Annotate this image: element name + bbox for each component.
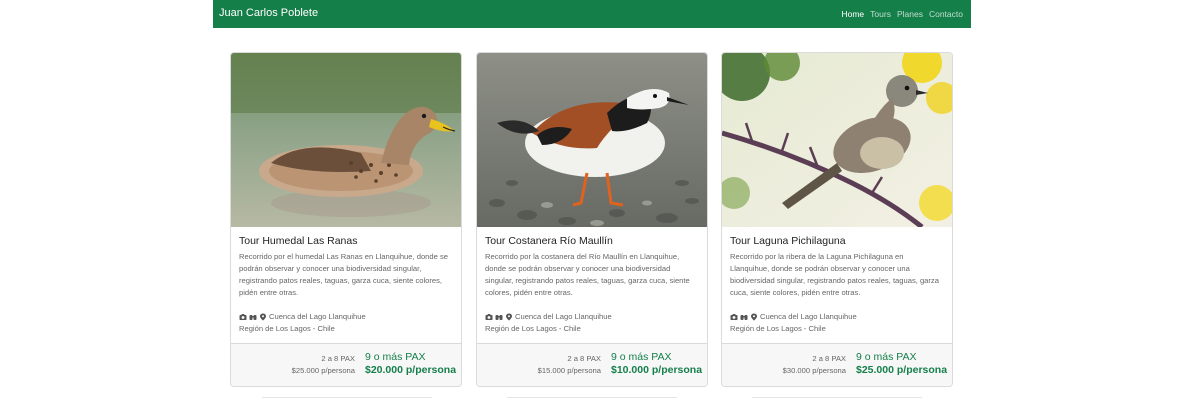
card-location: Cuenca del Lago Llanquihue Región de Los… <box>485 311 699 335</box>
map-marker-icon <box>505 313 513 321</box>
location-region: Cuenca del Lago Llanquihue <box>269 312 366 321</box>
price-large-group: 9 o más PAX $20.000 p/persona <box>365 351 457 377</box>
tour-card: Tour Laguna Pichilaguna Recorrido por la… <box>721 52 953 387</box>
camera-icon <box>485 313 493 321</box>
group-size-large: 9 o más PAX <box>856 351 917 363</box>
tour-card: Tour Costanera Río Maullín Recorrido por… <box>476 52 708 387</box>
nav-links: Home Tours Planes Contacto <box>841 9 963 19</box>
card-description: Recorrido por la ribera de la Laguna Pic… <box>730 252 939 297</box>
card-footer: 2 a 8 PAX $15.000 p/persona 9 o más PAX … <box>477 343 707 386</box>
group-size-small: 2 a 8 PAX <box>321 354 355 363</box>
group-size-large: 9 o más PAX <box>365 351 426 363</box>
turnstone-photo <box>477 53 707 227</box>
tour-card: Tour Humedal Las Ranas Recorrido por el … <box>230 52 462 387</box>
location-country: Región de Los Lagos - Chile <box>730 324 826 333</box>
location-country: Región de Los Lagos - Chile <box>239 324 335 333</box>
group-size-large: 9 o más PAX <box>611 351 672 363</box>
price-small-group: 2 a 8 PAX $25.000 p/persona <box>292 353 355 377</box>
nav-link-contacto[interactable]: Contacto <box>929 9 963 19</box>
next-card-peek <box>752 397 922 401</box>
nav-link-home[interactable]: Home <box>841 9 864 19</box>
card-title: Tour Laguna Pichilaguna <box>730 235 846 247</box>
duck-photo <box>231 53 461 227</box>
price-large: $10.000 p/persona <box>611 364 703 376</box>
price-large-group: 9 o más PAX $10.000 p/persona <box>611 351 703 377</box>
binoculars-icon <box>740 313 748 321</box>
price-small: $15.000 p/persona <box>537 366 601 375</box>
card-footer: 2 a 8 PAX $25.000 p/persona 9 o más PAX … <box>231 343 461 386</box>
group-size-small: 2 a 8 PAX <box>567 354 601 363</box>
nav-link-tours[interactable]: Tours <box>870 9 891 19</box>
group-size-small: 2 a 8 PAX <box>812 354 846 363</box>
next-card-peek <box>262 397 432 401</box>
nav-link-planes[interactable]: Planes <box>897 9 923 19</box>
camera-icon <box>239 313 247 321</box>
binoculars-icon <box>249 313 257 321</box>
price-small: $25.000 p/persona <box>291 366 355 375</box>
next-card-peek <box>507 397 677 401</box>
price-large: $25.000 p/persona <box>856 364 948 376</box>
camera-icon <box>730 313 738 321</box>
card-description: Recorrido por el humedal Las Ranas en Ll… <box>239 252 448 297</box>
card-location: Cuenca del Lago Llanquihue Región de Los… <box>730 311 944 335</box>
location-region: Cuenca del Lago Llanquihue <box>515 312 612 321</box>
top-navbar: Juan Carlos Poblete Home Tours Planes Co… <box>213 0 971 28</box>
flycatcher-photo <box>722 53 952 227</box>
price-small-group: 2 a 8 PAX $30.000 p/persona <box>783 353 846 377</box>
card-title: Tour Humedal Las Ranas <box>239 235 358 247</box>
price-small-group: 2 a 8 PAX $15.000 p/persona <box>538 353 601 377</box>
card-location: Cuenca del Lago Llanquihue Región de Los… <box>239 311 453 335</box>
price-small: $30.000 p/persona <box>782 366 846 375</box>
brand-link[interactable]: Juan Carlos Poblete <box>219 7 318 19</box>
map-marker-icon <box>750 313 758 321</box>
price-large-group: 9 o más PAX $25.000 p/persona <box>856 351 948 377</box>
location-region: Cuenca del Lago Llanquihue <box>760 312 857 321</box>
map-marker-icon <box>259 313 267 321</box>
card-footer: 2 a 8 PAX $30.000 p/persona 9 o más PAX … <box>722 343 952 386</box>
binoculars-icon <box>495 313 503 321</box>
card-title: Tour Costanera Río Maullín <box>485 235 613 247</box>
card-description: Recorrido por la costanera del Río Maull… <box>485 252 690 297</box>
price-large: $20.000 p/persona <box>365 364 457 376</box>
location-country: Región de Los Lagos - Chile <box>485 324 581 333</box>
